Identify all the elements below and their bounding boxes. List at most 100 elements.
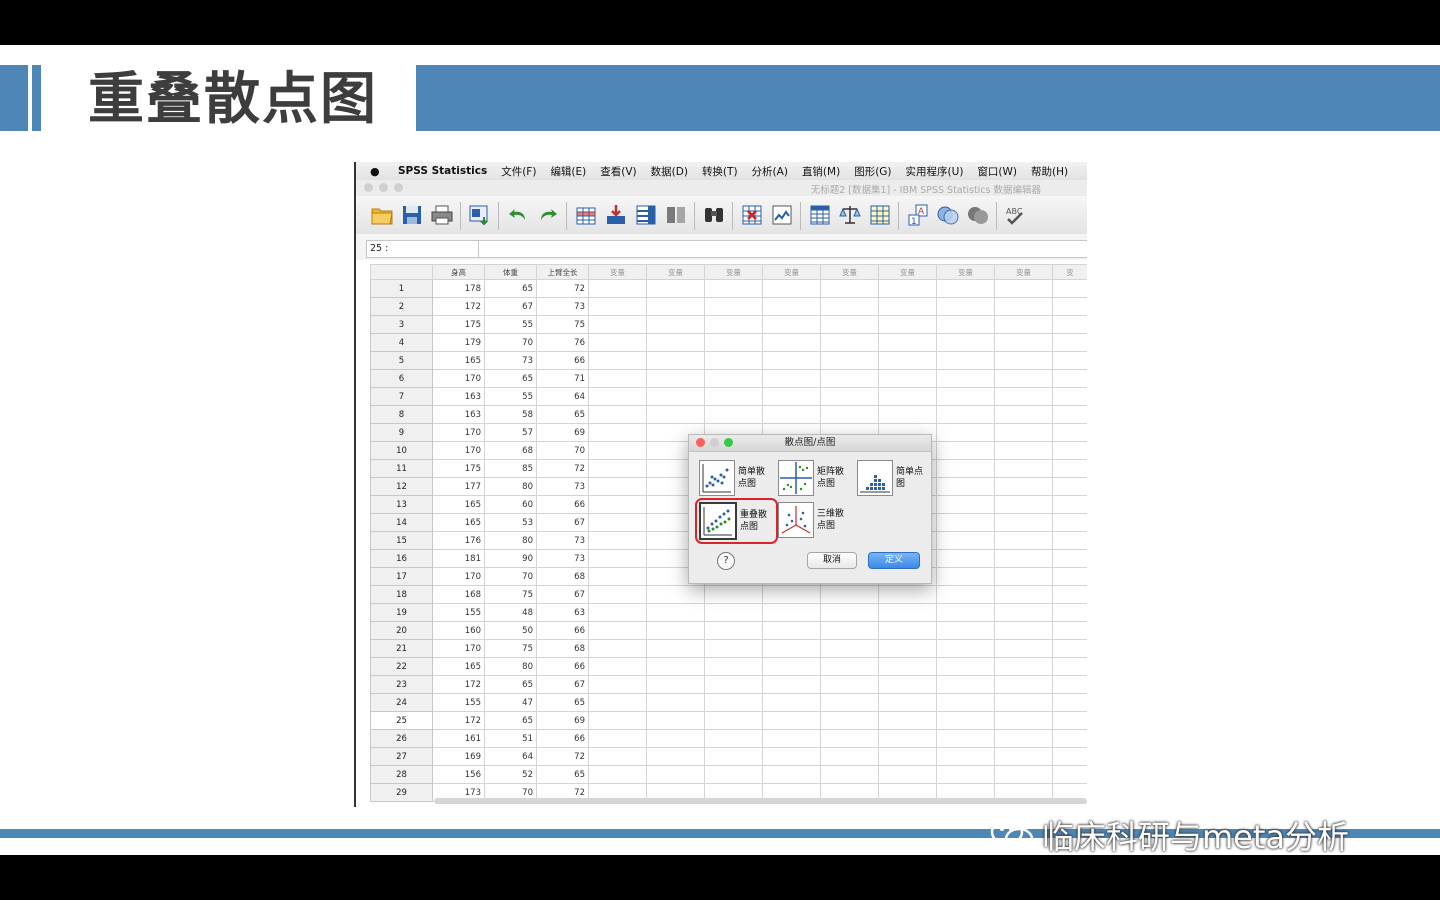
data-cell[interactable]: 66 (536, 729, 589, 748)
empty-cell[interactable] (994, 729, 1053, 748)
empty-cell[interactable] (994, 477, 1053, 496)
data-cell[interactable]: 170 (432, 369, 485, 388)
empty-cell[interactable] (646, 405, 705, 424)
empty-cell[interactable] (936, 711, 995, 730)
empty-cell[interactable] (936, 729, 995, 748)
empty-cell[interactable] (994, 675, 1053, 694)
data-cell[interactable]: 90 (484, 549, 537, 568)
empty-cell[interactable] (878, 765, 937, 784)
data-cell[interactable]: 75 (536, 315, 589, 334)
data-cell[interactable]: 75 (484, 639, 537, 658)
empty-cell[interactable] (1052, 657, 1087, 676)
row-number[interactable]: 5 (370, 351, 433, 370)
empty-cell[interactable] (646, 711, 705, 730)
empty-cell[interactable] (820, 765, 879, 784)
empty-cell[interactable] (646, 351, 705, 370)
empty-cell[interactable] (936, 333, 995, 352)
empty-cell[interactable] (936, 693, 995, 712)
empty-cell[interactable] (1052, 315, 1087, 334)
empty-cell[interactable] (1052, 693, 1087, 712)
empty-cell[interactable] (588, 747, 647, 766)
data-cell[interactable]: 66 (536, 621, 589, 640)
empty-cell[interactable] (994, 513, 1053, 532)
empty-cell[interactable] (820, 621, 879, 640)
empty-cell[interactable] (1052, 747, 1087, 766)
data-cell[interactable]: 58 (484, 405, 537, 424)
data-cell[interactable]: 155 (432, 693, 485, 712)
row-number[interactable]: 6 (370, 369, 433, 388)
row-number[interactable]: 19 (370, 603, 433, 622)
zoom-window-button[interactable] (394, 183, 403, 192)
data-cell[interactable]: 175 (432, 459, 485, 478)
empty-cell[interactable] (646, 747, 705, 766)
empty-cell[interactable] (646, 369, 705, 388)
empty-cell[interactable] (588, 333, 647, 352)
data-cell[interactable]: 163 (432, 387, 485, 406)
row-number[interactable]: 26 (370, 729, 433, 748)
data-cell[interactable]: 60 (484, 495, 537, 514)
empty-cell[interactable] (588, 657, 647, 676)
empty-cell[interactable] (1052, 549, 1087, 568)
empty-cell[interactable] (878, 297, 937, 316)
empty-cell[interactable] (762, 729, 821, 748)
empty-cell[interactable] (936, 513, 995, 532)
empty-cell[interactable] (936, 279, 995, 298)
empty-cell[interactable] (820, 333, 879, 352)
empty-cell[interactable] (588, 765, 647, 784)
empty-cell[interactable] (762, 405, 821, 424)
print-icon[interactable] (430, 203, 454, 227)
data-cell[interactable]: 65 (484, 711, 537, 730)
empty-cell[interactable] (936, 297, 995, 316)
menu-utilities[interactable]: 实用程序(U) (906, 164, 964, 179)
empty-cell[interactable] (878, 279, 937, 298)
data-cell[interactable]: 73 (536, 531, 589, 550)
close-window-button[interactable] (364, 183, 373, 192)
empty-cell[interactable] (588, 279, 647, 298)
row-number[interactable]: 2 (370, 297, 433, 316)
menu-graphs[interactable]: 图形(G) (854, 164, 891, 179)
menu-edit[interactable]: 编辑(E) (550, 164, 586, 179)
empty-cell[interactable] (994, 297, 1053, 316)
dialog-close-button[interactable] (696, 438, 705, 447)
row-number[interactable]: 29 (370, 783, 433, 802)
data-cell[interactable]: 75 (484, 585, 537, 604)
data-cell[interactable]: 53 (484, 513, 537, 532)
row-number[interactable]: 15 (370, 531, 433, 550)
empty-cell[interactable] (762, 765, 821, 784)
empty-cell[interactable] (994, 441, 1053, 460)
redo-icon[interactable] (536, 203, 560, 227)
empty-cell[interactable] (704, 387, 763, 406)
column-header[interactable]: 变量 (820, 264, 879, 280)
empty-cell[interactable] (936, 477, 995, 496)
empty-cell[interactable] (820, 585, 879, 604)
empty-cell[interactable] (878, 405, 937, 424)
row-number[interactable]: 28 (370, 765, 433, 784)
empty-cell[interactable] (704, 369, 763, 388)
empty-cell[interactable] (994, 423, 1053, 442)
menu-data[interactable]: 数据(D) (651, 164, 688, 179)
empty-cell[interactable] (994, 765, 1053, 784)
empty-cell[interactable] (588, 369, 647, 388)
empty-cell[interactable] (878, 729, 937, 748)
empty-cell[interactable] (820, 387, 879, 406)
data-cell[interactable]: 69 (536, 423, 589, 442)
empty-cell[interactable] (646, 657, 705, 676)
empty-cell[interactable] (704, 333, 763, 352)
empty-cell[interactable] (878, 693, 937, 712)
option-overlay-scatter[interactable]: 重叠散点图 (695, 498, 778, 544)
data-cell[interactable]: 170 (432, 441, 485, 460)
option-matrix-scatter[interactable]: 矩阵散点图 (778, 460, 851, 496)
empty-cell[interactable] (994, 351, 1053, 370)
data-cell[interactable]: 70 (484, 333, 537, 352)
empty-cell[interactable] (936, 657, 995, 676)
data-cell[interactable]: 67 (484, 297, 537, 316)
data-cell[interactable]: 65 (484, 369, 537, 388)
empty-cell[interactable] (762, 621, 821, 640)
show-all-variables-icon[interactable] (966, 203, 990, 227)
minimize-window-button[interactable] (379, 183, 388, 192)
empty-cell[interactable] (878, 603, 937, 622)
row-number[interactable]: 18 (370, 585, 433, 604)
empty-cell[interactable] (704, 585, 763, 604)
option-simple-scatter[interactable]: 简单散点图 (699, 460, 772, 496)
row-number[interactable]: 21 (370, 639, 433, 658)
